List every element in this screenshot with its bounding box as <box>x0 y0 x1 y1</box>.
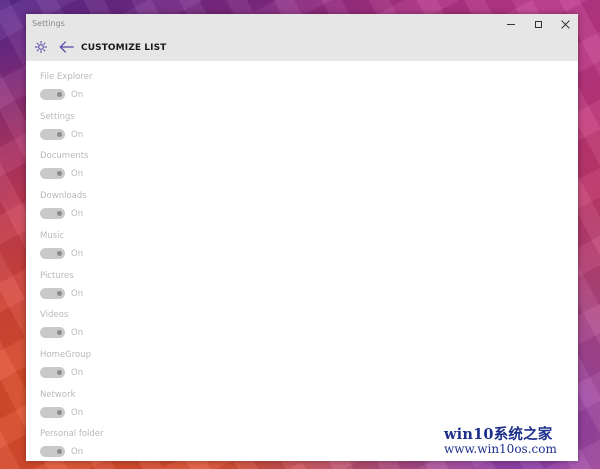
toggle-state: On <box>71 328 84 339</box>
toggle-switch[interactable] <box>40 208 65 220</box>
setting-label: HomeGroup <box>40 349 91 360</box>
toggle-state: On <box>71 367 84 378</box>
setting-label: Music <box>40 230 65 241</box>
toggle-state: On <box>71 447 84 458</box>
setting-label: Network <box>40 389 76 400</box>
maximize-button[interactable] <box>525 14 551 34</box>
toggle-state: On <box>71 90 84 100</box>
window-title: Settings <box>32 19 65 28</box>
toggle-knob <box>57 171 62 177</box>
toggle-knob <box>57 92 62 97</box>
watermark-url: www.win10os.com <box>444 442 557 456</box>
setting-item-pictures: Pictures On <box>40 271 240 311</box>
setting-label: Settings <box>40 111 75 122</box>
toggle-switch[interactable] <box>40 327 65 339</box>
toggle-state: On <box>71 407 84 418</box>
page-header: CUSTOMIZE LIST <box>26 34 578 61</box>
setting-item-videos: Videos On <box>40 310 240 350</box>
settings-window: Settings CUSTOMIZE LIST File Explorer On… <box>26 14 578 461</box>
close-icon <box>561 20 570 29</box>
setting-item-personal-folder: Personal folder On <box>40 429 240 469</box>
setting-label: File Explorer <box>40 72 93 82</box>
setting-label: Pictures <box>40 270 74 281</box>
setting-label: Downloads <box>40 191 87 202</box>
setting-item-documents: Documents On <box>40 151 240 191</box>
toggle-knob <box>57 290 62 296</box>
toggle-state: On <box>71 129 84 140</box>
setting-item-file-explorer: File Explorer On <box>40 72 240 112</box>
setting-item-homegroup: HomeGroup On <box>40 350 240 390</box>
setting-label: Videos <box>40 310 69 321</box>
minimize-icon <box>507 23 515 25</box>
gear-icon <box>35 41 47 53</box>
toggle-knob <box>57 211 62 217</box>
toggle-switch[interactable] <box>40 446 65 458</box>
setting-item-music: Music On <box>40 231 240 271</box>
setting-label: Personal folder <box>40 429 104 440</box>
minimize-button[interactable] <box>498 14 524 34</box>
title-bar: Settings <box>26 14 578 34</box>
toggle-state: On <box>71 248 84 259</box>
toggle-switch[interactable] <box>40 406 65 418</box>
toggle-switch[interactable] <box>40 128 65 140</box>
back-arrow-icon[interactable] <box>59 40 75 54</box>
toggle-switch[interactable] <box>40 247 65 259</box>
toggle-knob <box>57 369 62 375</box>
toggle-knob <box>57 250 62 256</box>
maximize-icon <box>534 20 542 28</box>
setting-label: Documents <box>40 151 89 162</box>
toggle-state: On <box>71 209 84 220</box>
page-title: CUSTOMIZE LIST <box>81 43 167 53</box>
toggle-knob <box>57 409 62 415</box>
setting-item-network: Network On <box>40 390 240 430</box>
toggle-state: On <box>71 169 84 180</box>
toggle-switch[interactable] <box>40 366 65 378</box>
toggle-switch[interactable] <box>40 168 65 180</box>
toggle-state: On <box>71 288 84 299</box>
setting-item-settings: Settings On <box>40 112 240 152</box>
toggle-switch[interactable] <box>40 287 65 299</box>
watermark-brand: win10系统之家 <box>444 426 553 443</box>
toggle-knob <box>57 131 62 137</box>
setting-item-downloads: Downloads On <box>40 191 240 231</box>
toggle-knob <box>57 449 62 455</box>
toggle-knob <box>57 330 62 336</box>
close-button[interactable] <box>552 14 578 34</box>
toggle-switch[interactable] <box>40 89 65 100</box>
